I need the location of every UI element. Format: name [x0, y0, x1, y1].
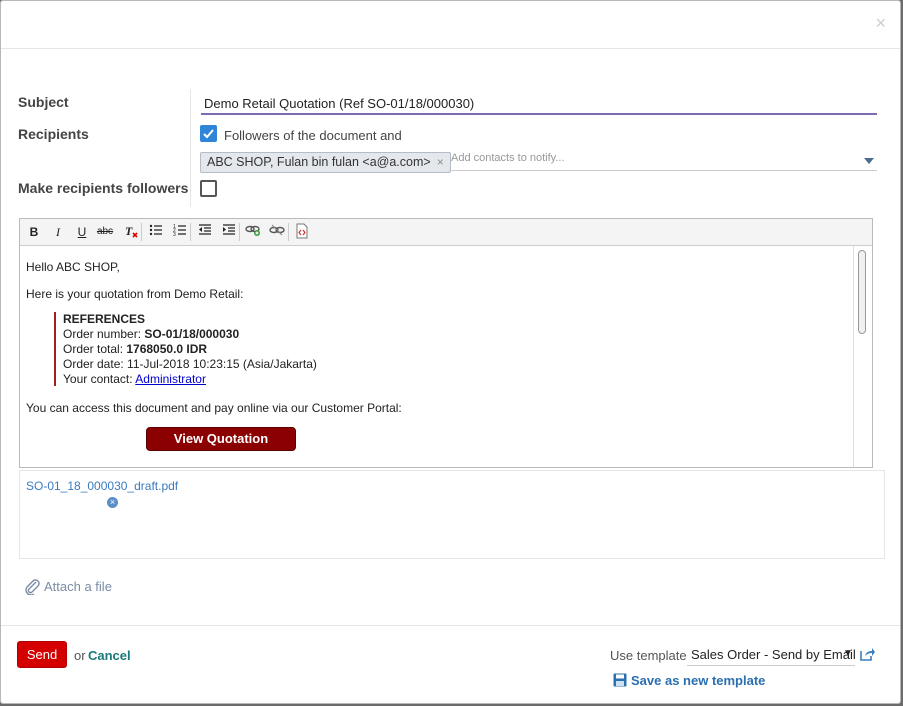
greeting-text: Hello ABC SHOP, [26, 260, 120, 274]
toolbar-divider [239, 223, 240, 241]
order-number-value: SO-01/18/000030 [144, 327, 240, 341]
attach-file-button[interactable]: Attach a file [24, 577, 112, 598]
order-number-line: Order number: SO-01/18/000030 [63, 327, 354, 342]
template-select[interactable]: Sales Order - Send by Email [687, 644, 855, 666]
contact-label: Your contact: [63, 372, 136, 386]
toolbar-divider [141, 223, 142, 241]
floppy-disk-icon [613, 673, 627, 690]
numbered-list-icon[interactable]: 123 [171, 223, 189, 241]
remove-tag-icon[interactable]: × [437, 155, 444, 169]
check-icon [203, 129, 214, 139]
bold-button[interactable]: B [25, 223, 43, 241]
contacts-input[interactable]: Add contacts to notify... [449, 152, 877, 171]
save-as-template-label: Save as new template [631, 673, 766, 688]
compose-email-dialog: × Subject Recipients Make recipients fol… [0, 0, 901, 704]
subject-input[interactable]: Demo Retail Quotation (Ref SO-01/18/0000… [201, 94, 877, 115]
subject-label: Subject [18, 94, 69, 110]
editor-toolbar: B I U abc T 123 [20, 219, 872, 246]
indent-icon[interactable] [220, 223, 238, 241]
portal-text: You can access this document and pay onl… [26, 401, 402, 415]
svg-text:3: 3 [173, 232, 176, 237]
outdent-icon[interactable] [196, 223, 214, 241]
email-body-content[interactable]: Hello ABC SHOP, Here is your quotation f… [20, 246, 852, 467]
followers-label: Followers of the document and [224, 128, 402, 143]
contact-link[interactable]: Administrator [135, 372, 206, 386]
order-total-label: Order total: [63, 342, 127, 356]
order-number-label: Order number: [63, 327, 145, 341]
bullet-list-icon[interactable] [147, 223, 165, 241]
unlink-icon[interactable] [268, 223, 286, 241]
references-title: REFERENCES [63, 312, 146, 326]
order-total-value: 1768050.0 IDR [126, 342, 208, 356]
italic-button[interactable]: I [49, 223, 67, 241]
use-template-label: Use template [610, 648, 687, 663]
code-view-icon[interactable] [293, 223, 311, 241]
references-block: REFERENCES Order number: SO-01/18/000030… [54, 312, 354, 386]
close-icon[interactable]: × [875, 13, 886, 33]
toolbar-divider [190, 223, 191, 241]
paperclip-icon [24, 577, 40, 598]
toolbar-divider [288, 223, 289, 241]
attach-file-label: Attach a file [44, 578, 112, 594]
order-date-line: Order date: 11-Jul-2018 10:23:15 (Asia/J… [63, 357, 354, 372]
order-total-line: Order total: 1768050.0 IDR [63, 342, 354, 357]
contact-line: Your contact: Administrator [63, 372, 354, 387]
strikethrough-button[interactable]: abc [94, 223, 116, 241]
recipient-tag: ABC SHOP, Fulan bin fulan <a@a.com> × [200, 152, 451, 173]
make-followers-label: Make recipients followers [18, 180, 189, 196]
cancel-button[interactable]: Cancel [88, 648, 131, 663]
dialog-header: × [1, 1, 900, 49]
chevron-down-icon[interactable] [864, 158, 874, 164]
followers-checkbox[interactable] [200, 125, 217, 142]
order-date-value: 11-Jul-2018 10:23:15 (Asia/Jakarta) [127, 357, 317, 371]
save-as-template-button[interactable]: Save as new template [613, 673, 765, 690]
order-date-label: Order date: [63, 357, 128, 371]
svg-text:T: T [125, 224, 133, 238]
send-button[interactable]: Send [17, 641, 67, 668]
dialog-footer: Send or Cancel Use template Sales Order … [1, 625, 900, 706]
recipients-label: Recipients [18, 126, 89, 142]
clear-format-icon[interactable]: T [122, 223, 140, 241]
insert-link-icon[interactable] [244, 223, 262, 241]
select-caret-icon[interactable]: ▼ [843, 648, 853, 659]
or-text: or [74, 648, 86, 663]
external-link-icon[interactable] [859, 647, 876, 665]
label-divider [190, 89, 191, 207]
editor-scrollbar[interactable] [853, 246, 871, 467]
intro-text: Here is your quotation from Demo Retail: [26, 287, 244, 301]
recipient-tag-label: ABC SHOP, Fulan bin fulan <a@a.com> [207, 155, 431, 169]
view-quotation-button[interactable]: View Quotation [146, 427, 296, 451]
underline-button[interactable]: U [73, 223, 91, 241]
scrollbar-thumb[interactable] [858, 250, 866, 334]
email-body-editor: B I U abc T 123 Hello ABC SHOP, Here is … [19, 218, 873, 468]
attachment-link[interactable]: SO-01_18_000030_draft.pdf [26, 479, 178, 493]
remove-attachment-icon[interactable]: × [107, 497, 118, 508]
attachments-area: SO-01_18_000030_draft.pdf × [19, 470, 885, 559]
make-followers-checkbox[interactable] [200, 180, 217, 197]
